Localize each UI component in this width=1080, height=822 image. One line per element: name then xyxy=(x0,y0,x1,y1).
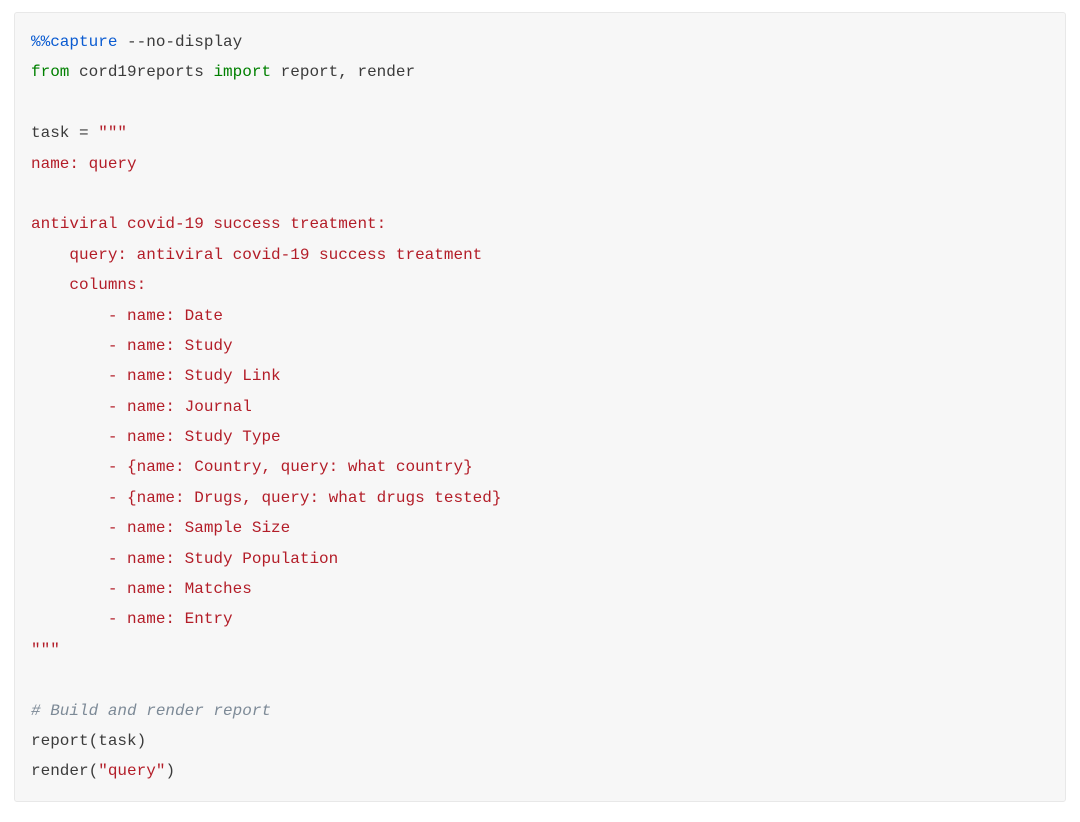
code-block[interactable]: %%capture --no-display from cord19report… xyxy=(31,27,1049,787)
code-token-string: query: antiviral covid-19 success treatm… xyxy=(31,246,482,264)
code-token-string: name: query xyxy=(31,155,137,173)
code-token-string: - name: Sample Size xyxy=(31,519,290,537)
code-token-operator: = xyxy=(79,124,89,142)
code-token-string: - name: Date xyxy=(31,307,223,325)
code-token-keyword: from xyxy=(31,63,69,81)
code-token-keyword: import xyxy=(213,63,271,81)
code-token-string: - name: Study xyxy=(31,337,233,355)
code-token-string: - name: Entry xyxy=(31,610,233,628)
code-token-comment: # Build and render report xyxy=(31,702,271,720)
code-token-string: - {name: Drugs, query: what drugs tested… xyxy=(31,489,501,507)
code-token-string: - name: Study Link xyxy=(31,367,281,385)
code-token-ident: cord19reports xyxy=(69,63,213,81)
code-token-call: report(task) xyxy=(31,732,146,750)
code-token-string: - name: Journal xyxy=(31,398,252,416)
code-token-flag: --no-display xyxy=(117,33,242,51)
code-token-magic: %%capture xyxy=(31,33,117,51)
code-token-ident: task xyxy=(31,124,79,142)
code-token-string: - name: Study Population xyxy=(31,550,338,568)
code-token-string: """ xyxy=(31,641,60,659)
code-token-ident: report, render xyxy=(271,63,415,81)
code-token-string: columns: xyxy=(31,276,146,294)
code-token-string: - name: Study Type xyxy=(31,428,281,446)
code-token-call: ) xyxy=(165,762,175,780)
code-token-string: - name: Matches xyxy=(31,580,252,598)
code-token-string: "query" xyxy=(98,762,165,780)
code-cell[interactable]: %%capture --no-display from cord19report… xyxy=(14,12,1066,802)
code-token-string: """ xyxy=(89,124,127,142)
code-token-string: antiviral covid-19 success treatment: xyxy=(31,215,386,233)
code-token-string: - {name: Country, query: what country} xyxy=(31,458,473,476)
code-token-call: render( xyxy=(31,762,98,780)
